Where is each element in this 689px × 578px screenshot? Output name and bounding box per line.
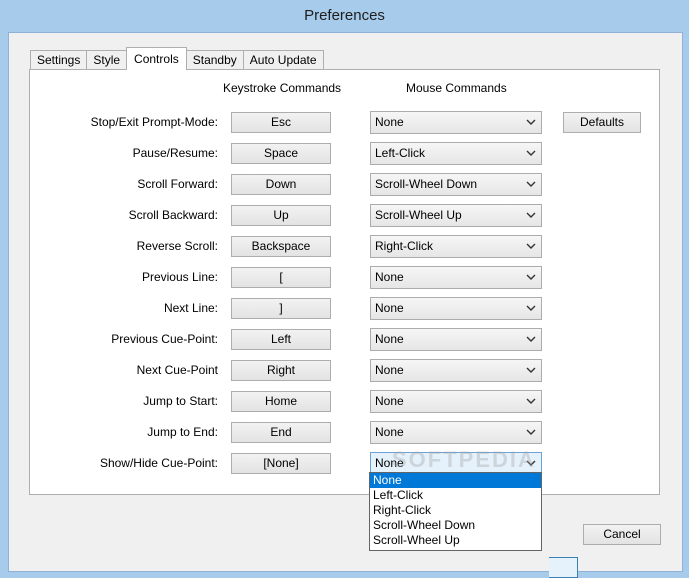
keystroke-button[interactable]: Up — [231, 205, 331, 226]
chevron-down-icon — [526, 205, 536, 226]
mouse-command-dropdown-list[interactable]: None Left-Click Right-Click Scroll-Wheel Do… — [369, 472, 542, 551]
chevron-down-icon — [526, 267, 536, 288]
chevron-down-icon — [526, 112, 536, 133]
dropdown-option[interactable]: None — [370, 473, 541, 488]
mouse-command-value: None — [375, 456, 404, 470]
tab-standby[interactable]: Standby — [185, 50, 244, 70]
cancel-button[interactable]: Cancel — [583, 524, 661, 545]
defaults-button[interactable]: Defaults — [563, 112, 641, 133]
command-label: Show/Hide Cue-Point: — [99, 456, 218, 470]
keystroke-button[interactable]: Home — [231, 391, 331, 412]
dialog-client: Settings Style Controls Standby Auto Upd… — [8, 32, 683, 578]
preferences-window: Preferences Settings Style Controls Stan… — [0, 0, 689, 578]
chevron-down-icon — [526, 236, 536, 257]
chevron-down-icon — [526, 329, 536, 350]
keystroke-button[interactable]: Right — [231, 360, 331, 381]
mouse-command-value: None — [375, 270, 404, 284]
mouse-command-select[interactable]: None — [370, 359, 542, 382]
mouse-command-value: None — [375, 332, 404, 346]
keystroke-button[interactable]: [ — [231, 267, 331, 288]
chevron-down-icon — [526, 143, 536, 164]
mouse-command-select[interactable]: Right-Click — [370, 235, 542, 258]
mouse-command-select[interactable]: Scroll-Wheel Up — [370, 204, 542, 227]
keystroke-button[interactable]: End — [231, 422, 331, 443]
keystroke-button[interactable]: Backspace — [231, 236, 331, 257]
mouse-command-select[interactable]: None — [370, 421, 542, 444]
keystroke-button[interactable]: Left — [231, 329, 331, 350]
keystroke-header: Keystroke Commands — [223, 81, 342, 95]
mouse-command-value: None — [375, 301, 404, 315]
command-label: Next Line: — [163, 301, 218, 315]
mouse-command-value: Scroll-Wheel Up — [375, 208, 462, 222]
mouse-command-value: Scroll-Wheel Down — [375, 177, 478, 191]
command-label: Pause/Resume: — [132, 146, 218, 160]
mouse-command-select[interactable]: None — [370, 111, 542, 134]
mouse-header: Mouse Commands — [406, 81, 507, 95]
chevron-down-icon — [526, 360, 536, 381]
mouse-command-value: None — [375, 394, 404, 408]
dropdown-option[interactable]: Right-Click — [370, 503, 541, 518]
command-label: Reverse Scroll: — [136, 239, 218, 253]
chevron-down-icon — [526, 453, 536, 474]
dropdown-option[interactable]: Scroll-Wheel Up — [370, 533, 541, 548]
ok-button[interactable] — [549, 557, 578, 578]
mouse-command-select[interactable]: Scroll-Wheel Down — [370, 173, 542, 196]
command-label: Previous Line: — [141, 270, 218, 284]
keystroke-button[interactable]: Down — [231, 174, 331, 195]
tab-settings[interactable]: Settings — [30, 50, 88, 70]
chevron-down-icon — [526, 174, 536, 195]
command-label: Stop/Exit Prompt-Mode: — [90, 115, 218, 129]
chevron-down-icon — [526, 298, 536, 319]
keystroke-button[interactable]: Esc — [231, 112, 331, 133]
mouse-command-value: Left-Click — [375, 146, 426, 160]
command-label: Scroll Forward: — [137, 177, 218, 191]
command-label: Previous Cue-Point: — [111, 332, 218, 346]
mouse-command-select[interactable]: Left-Click — [370, 142, 542, 165]
mouse-command-value: Right-Click — [375, 239, 434, 253]
keystroke-button[interactable]: ] — [231, 298, 331, 319]
chevron-down-icon — [526, 422, 536, 443]
command-label: Next Cue-Point — [136, 363, 218, 377]
mouse-command-select[interactable]: None — [370, 328, 542, 351]
command-label: Jump to End: — [147, 425, 218, 439]
mouse-command-value: None — [375, 115, 404, 129]
tab-controls[interactable]: Controls — [126, 47, 187, 70]
mouse-command-select[interactable]: None — [370, 266, 542, 289]
controls-panel: Keystroke Commands Mouse Commands Defaul… — [29, 69, 660, 495]
dropdown-option[interactable]: Left-Click — [370, 488, 541, 503]
chevron-down-icon — [526, 391, 536, 412]
command-label: Jump to Start: — [143, 394, 218, 408]
tab-strip: Settings Style Controls Standby Auto Upd… — [30, 47, 324, 70]
window-title: Preferences — [304, 7, 385, 24]
mouse-command-select[interactable]: None — [370, 297, 542, 320]
keystroke-button[interactable]: Space — [231, 143, 331, 164]
dropdown-option[interactable]: Scroll-Wheel Down — [370, 518, 541, 533]
keystroke-button[interactable]: [None] — [231, 453, 331, 474]
command-label: Scroll Backward: — [128, 208, 218, 222]
mouse-command-value: None — [375, 363, 404, 377]
mouse-command-value: None — [375, 425, 404, 439]
tab-style[interactable]: Style — [86, 50, 128, 70]
mouse-command-select[interactable]: None — [370, 390, 542, 413]
tab-auto-update[interactable]: Auto Update — [242, 50, 324, 70]
